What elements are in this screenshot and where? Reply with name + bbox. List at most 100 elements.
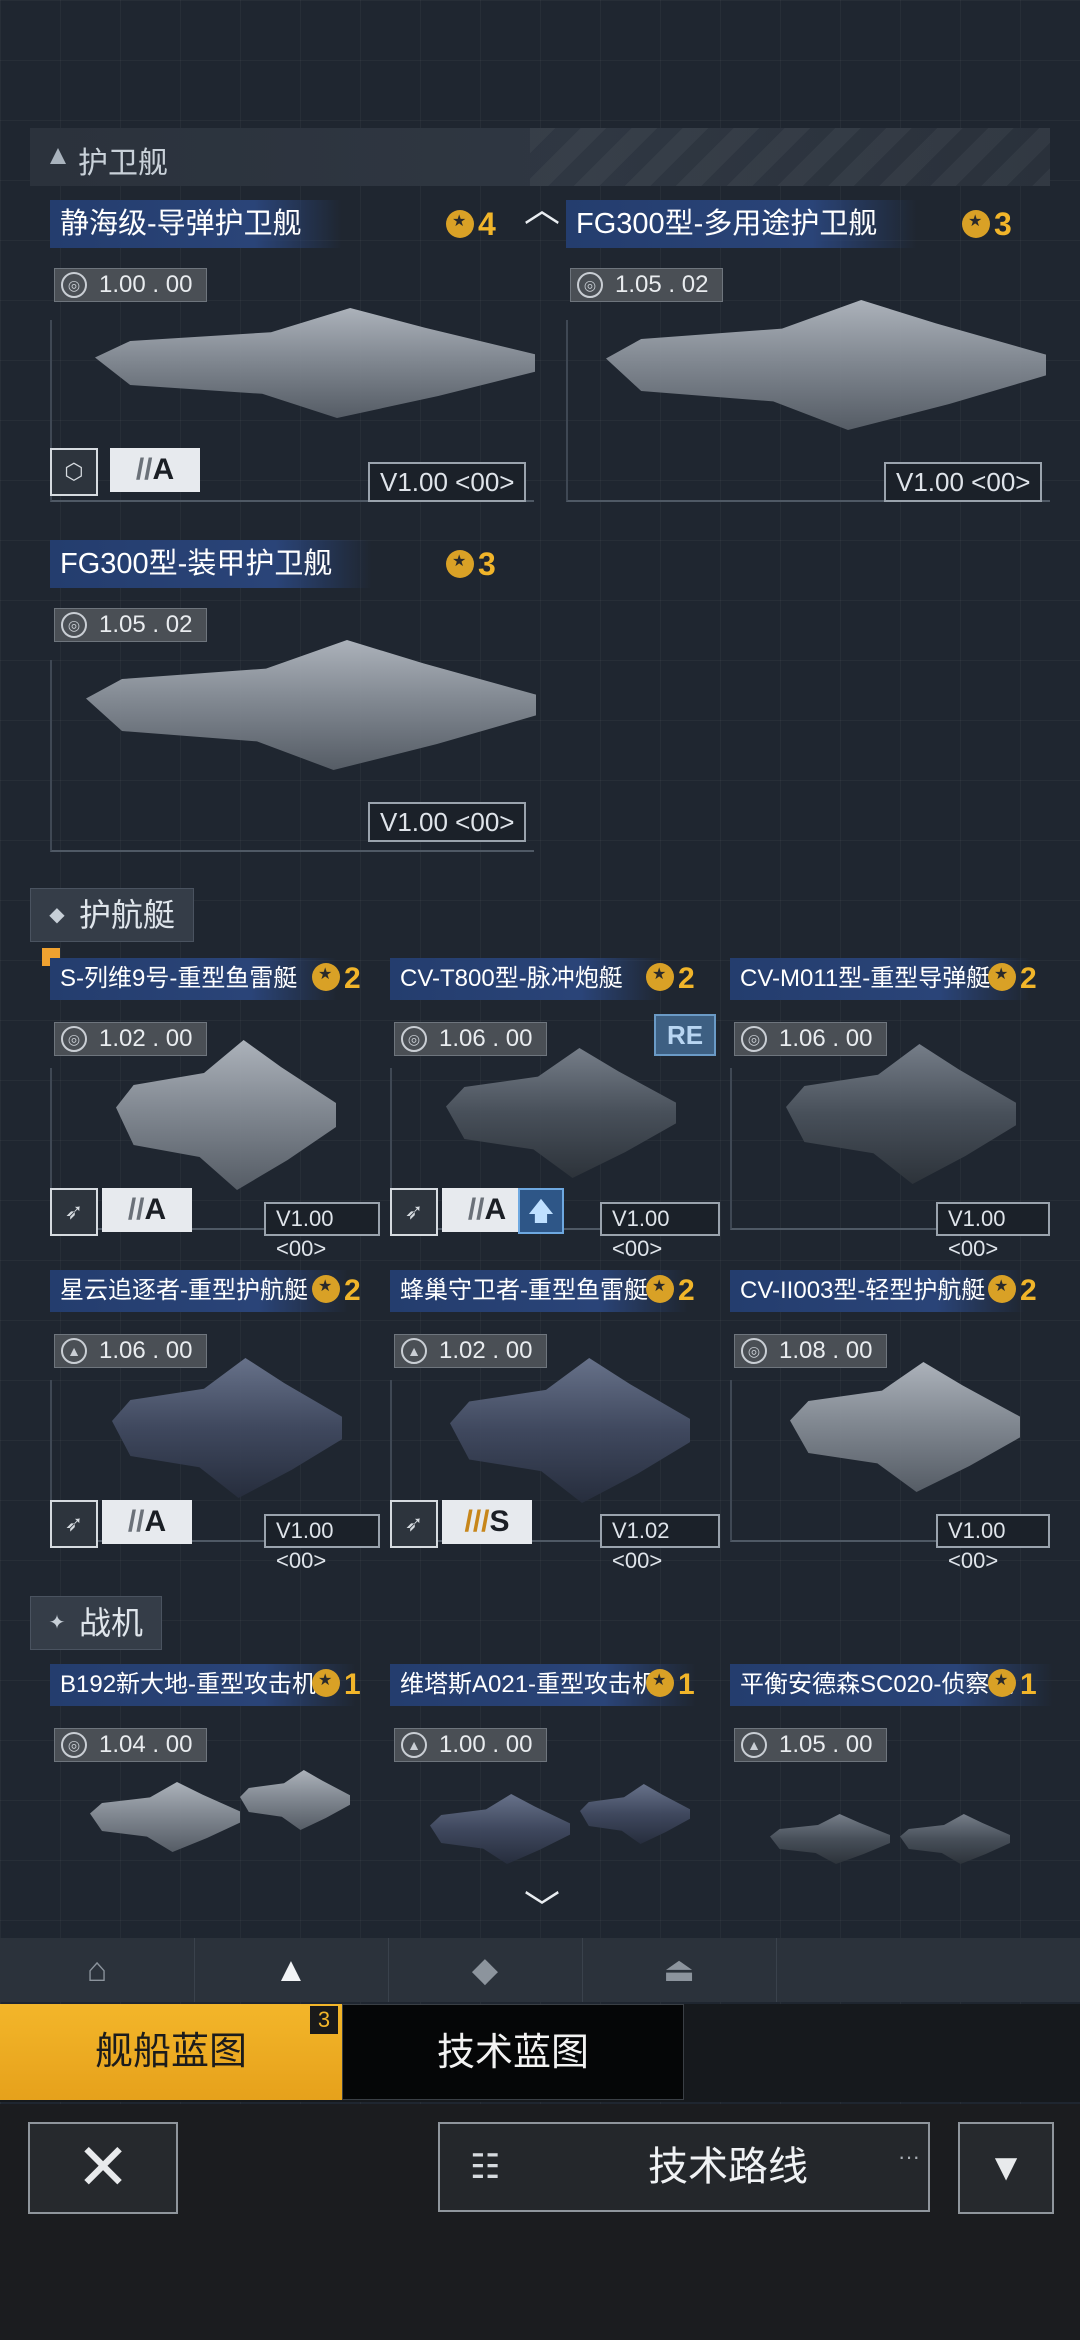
version-label: V1.00 <00>: [368, 462, 527, 502]
version-label: V1.00 <00>: [368, 802, 527, 842]
ship-name: CV-II003型-轻型护航艇: [730, 1270, 1026, 1312]
ship-card[interactable]: CV-T800型-脉冲炮艇 2 ◎1.06 . 00 RE ➶ //A 🡅 V1…: [390, 958, 720, 1261]
rocket-icon: ➶: [50, 1188, 98, 1236]
version-label: V1.00 <00>: [884, 462, 1043, 502]
category-carrier-icon[interactable]: ⏏: [582, 1938, 777, 2002]
ship-card[interactable]: 星云追逐者-重型护航艇 2 ▲1.06 . 00 ➶ //A V1.00 <00…: [50, 1270, 380, 1573]
ship-card[interactable]: FG300型-装甲护卫舰 3 ◎1.05 . 02 V1.00 <00>: [50, 540, 540, 860]
version-label: V1.00 <00>: [936, 1202, 1050, 1261]
frigate-section-header: 护卫舰: [30, 128, 1050, 186]
ship-card[interactable]: FG300型-多用途护卫舰 3 ◎1.05 . 02 V1.00 <00>: [566, 200, 1056, 510]
ship-name: CV-M011型-重型导弹艇: [730, 958, 1031, 1000]
version-tag: ◎ 1.06 . 00: [394, 1022, 548, 1056]
escort-category-icon: ◆: [49, 904, 65, 926]
version-label: V1.00 <00>: [264, 1202, 380, 1261]
ship-card[interactable]: S-列维9号-重型鱼雷艇 2 ◎1.02 . 00 ➶ //A V1.00 <0…: [50, 958, 380, 1261]
rank-badge: 1: [646, 1668, 695, 1702]
filter-button[interactable]: ▼: [958, 2122, 1054, 2214]
grade-badge: //A: [110, 448, 200, 492]
ship-name: FG300型-装甲护卫舰: [50, 540, 373, 588]
fighter-image: [430, 1794, 570, 1864]
triangle-icon: [50, 148, 66, 164]
grade-badge: //A: [102, 1500, 192, 1544]
tab-tech-blueprint[interactable]: 技术蓝图: [342, 2004, 684, 2100]
version-tag: ◎ 1.04 . 00: [54, 1728, 208, 1762]
rocket-small-icon: ▲: [401, 1732, 427, 1758]
rocket-icon: ➶: [390, 1500, 438, 1548]
fighter-image: [240, 1770, 350, 1830]
fighter-section-label: ✦ 战机: [30, 1596, 163, 1650]
ship-card[interactable]: CV-II003型-轻型护航艇 2 ◎1.08 . 00 V1.00 <00>: [730, 1270, 1050, 1573]
version-tag: ◎ 1.00 . 00: [54, 268, 208, 302]
medal-icon: [646, 1669, 674, 1698]
ship-name: CV-T800型-脉冲炮艇: [390, 958, 663, 1000]
globe-icon: ◎: [61, 1026, 87, 1052]
tab-ship-blueprint[interactable]: 舰船蓝图 3: [0, 2004, 342, 2100]
version-tag: ▲ 1.06 . 00: [54, 1334, 208, 1368]
globe-icon: ◎: [61, 612, 87, 638]
version-label: V1.00 <00>: [264, 1514, 380, 1573]
category-cruiser-icon[interactable]: ⌂: [0, 1938, 195, 2002]
rank-badge: 2: [988, 1274, 1037, 1308]
scroll-down-icon[interactable]: ﹀: [524, 1880, 560, 1932]
medal-icon: [988, 1669, 1016, 1698]
version-tag: ◎ 1.08 . 00: [734, 1334, 888, 1368]
rank-badge: 2: [646, 1274, 695, 1308]
ship-name: 静海级-导弹护卫舰: [50, 200, 342, 248]
ship-card[interactable]: B192新大地-重型攻击机 1 ◎1.04 . 00: [50, 1664, 380, 1894]
ship-card[interactable]: 平衡安德森SC020-侦察机 1 ▲1.05 . 00: [730, 1664, 1054, 1894]
medal-icon: [988, 1275, 1016, 1304]
version-label: V1.00 <00>: [600, 1202, 720, 1261]
version-tag: ◎ 1.02 . 00: [54, 1022, 208, 1056]
rank-badge: 4: [446, 206, 496, 243]
category-empty-slot: [776, 1938, 1080, 2002]
rank-badge: 3: [962, 206, 1012, 243]
rocket-icon: ➶: [50, 1500, 98, 1548]
escort-section-label: ◆ 护航艇: [30, 888, 195, 942]
medal-icon: [446, 549, 474, 578]
category-frigate-icon[interactable]: ▲: [194, 1938, 389, 2002]
rocket-small-icon: ▲: [741, 1732, 767, 1758]
filter-icon: ▼: [987, 2147, 1025, 2189]
version-tag: ▲ 1.02 . 00: [394, 1334, 548, 1368]
hex-gear-icon: ⬡: [50, 448, 98, 496]
ship-card[interactable]: 维塔斯A021-重型攻击机 1 ▲1.00 . 00: [390, 1664, 720, 1894]
globe-icon: ◎: [741, 1338, 767, 1364]
fighter-image: [900, 1814, 1010, 1864]
version-label: V1.02 <00>: [600, 1514, 720, 1573]
ship-name: S-列维9号-重型鱼雷艇: [50, 958, 338, 1000]
rocket-small-icon: ▲: [61, 1338, 87, 1364]
upgrade-arrow-icon: 🡅: [518, 1188, 564, 1234]
dots-decoration: ···: [898, 2144, 920, 2169]
medal-icon: [446, 209, 474, 238]
rocket-icon: ➶: [390, 1188, 438, 1236]
version-tag: ◎ 1.05 . 02: [570, 268, 724, 302]
re-badge: RE: [654, 1014, 716, 1056]
ship-name: B192新大地-重型攻击机: [50, 1664, 357, 1706]
rank-badge: 2: [988, 962, 1037, 996]
ship-card[interactable]: 静海级-导弹护卫舰 4 ◎1.00 . 00 ⬡ //A V1.00 <00>: [50, 200, 540, 510]
medal-icon: [312, 963, 340, 992]
tech-route-button[interactable]: ☷ 技术路线 ···: [438, 2122, 930, 2212]
ship-card[interactable]: 蜂巢守卫者-重型鱼雷艇 2 ▲1.02 . 00 ➶ ///S V1.02 <0…: [390, 1270, 720, 1573]
ship-card[interactable]: CV-M011型-重型导弹艇 2 ◎1.06 . 00 V1.00 <00>: [730, 958, 1050, 1261]
rank-badge: 1: [312, 1668, 361, 1702]
category-escort-icon[interactable]: ◆: [388, 1938, 583, 2002]
fighter-image: [770, 1814, 890, 1864]
category-bar: ⌂ ▲ ◆ ⏏: [0, 1938, 1080, 2002]
ship-name: FG300型-多用途护卫舰: [566, 200, 918, 248]
version-tag: ▲ 1.00 . 00: [394, 1728, 548, 1762]
close-button[interactable]: ✕: [28, 2122, 178, 2214]
globe-icon: ◎: [61, 272, 87, 298]
rank-badge: 2: [312, 962, 361, 996]
blueprint-tabs: 舰船蓝图 3 技术蓝图: [0, 2004, 1080, 2102]
fighter-image: [90, 1782, 240, 1852]
ship-name: 蜂巢守卫者-重型鱼雷艇: [390, 1270, 688, 1312]
medal-icon: [312, 1275, 340, 1304]
rocket-small-icon: ▲: [401, 1338, 427, 1364]
medal-icon: [646, 1275, 674, 1304]
fighter-category-icon: ✦: [48, 1612, 66, 1634]
close-icon: ✕: [76, 2131, 130, 2203]
version-tag: ◎ 1.06 . 00: [734, 1022, 888, 1056]
version-label: V1.00 <00>: [936, 1514, 1050, 1573]
